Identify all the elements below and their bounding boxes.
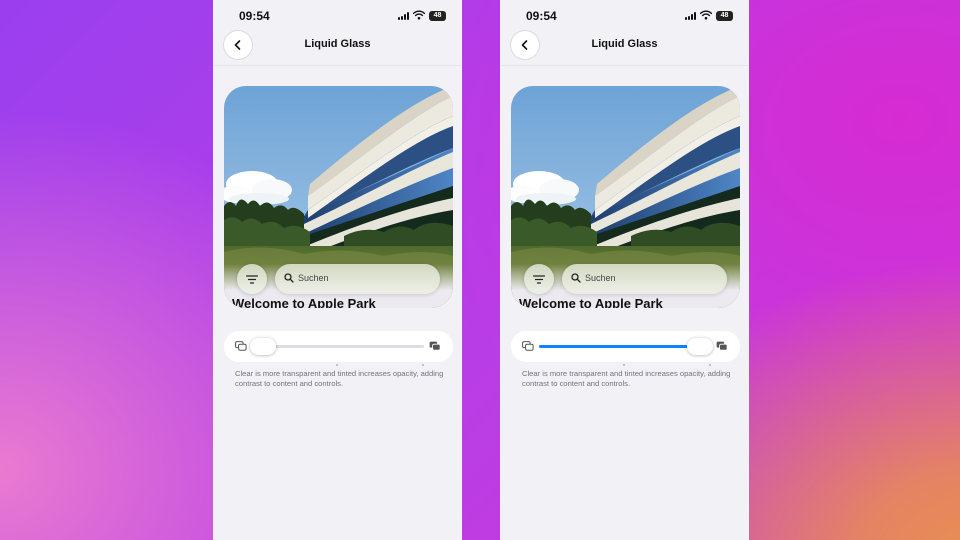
- glass-style-slider-row: [511, 331, 740, 366]
- search-placeholder: Suchen: [298, 273, 329, 283]
- slider-description: Clear is more transparent and tinted inc…: [235, 369, 444, 388]
- filter-button[interactable]: [237, 264, 267, 294]
- status-time: 09:54: [239, 9, 270, 23]
- slider-track[interactable]: [252, 345, 424, 366]
- magnifying-glass-icon: [284, 273, 294, 283]
- cellular-signal-icon: [398, 12, 410, 20]
- slider-tick: [422, 364, 424, 366]
- card-heading: Welcome to Apple Park: [519, 296, 663, 308]
- wifi-icon: [413, 10, 425, 20]
- slider-tick: [336, 364, 338, 366]
- clear-glass-icon: [522, 341, 534, 351]
- glass-style-slider-row: [224, 331, 453, 366]
- slider-thumb[interactable]: [687, 338, 713, 355]
- slider-tick: [623, 364, 625, 366]
- wifi-icon: [700, 10, 712, 20]
- slider-fill: [539, 345, 711, 348]
- search-field[interactable]: Suchen: [275, 264, 440, 294]
- tinted-glass-icon: [429, 341, 441, 351]
- status-time: 09:54: [526, 9, 557, 23]
- battery-icon: 48: [716, 11, 733, 21]
- slider-track[interactable]: [539, 345, 711, 366]
- phone-screen-tinted: 09:54 48 Liquid Glass Welcome to Apple P…: [500, 0, 749, 540]
- battery-icon: 48: [429, 11, 446, 21]
- navigation-bar: Liquid Glass: [214, 30, 461, 66]
- tinted-glass-icon: [716, 341, 728, 351]
- slider-tick: [709, 364, 711, 366]
- magnifying-glass-icon: [571, 273, 581, 283]
- photo-card: Welcome to Apple Park Suchen: [511, 86, 740, 308]
- filter-lines-icon: [533, 274, 545, 284]
- phone-screen-clear: 09:54 48 Liquid Glass Welcome to Apple P…: [213, 0, 462, 540]
- search-field[interactable]: Suchen: [562, 264, 727, 294]
- search-placeholder: Suchen: [585, 273, 616, 283]
- clear-glass-icon: [235, 341, 247, 351]
- slider-description: Clear is more transparent and tinted inc…: [522, 369, 731, 388]
- status-bar: 09:54 48: [501, 0, 748, 30]
- page-title: Liquid Glass: [591, 38, 658, 50]
- status-bar: 09:54 48: [214, 0, 461, 30]
- page-title: Liquid Glass: [304, 38, 371, 50]
- photo-card: Welcome to Apple Park Suchen: [224, 86, 453, 308]
- cellular-signal-icon: [685, 12, 697, 20]
- navigation-bar: Liquid Glass: [501, 30, 748, 66]
- card-heading: Welcome to Apple Park: [232, 296, 376, 308]
- filter-lines-icon: [246, 274, 258, 284]
- slider-thumb[interactable]: [250, 338, 276, 355]
- filter-button[interactable]: [524, 264, 554, 294]
